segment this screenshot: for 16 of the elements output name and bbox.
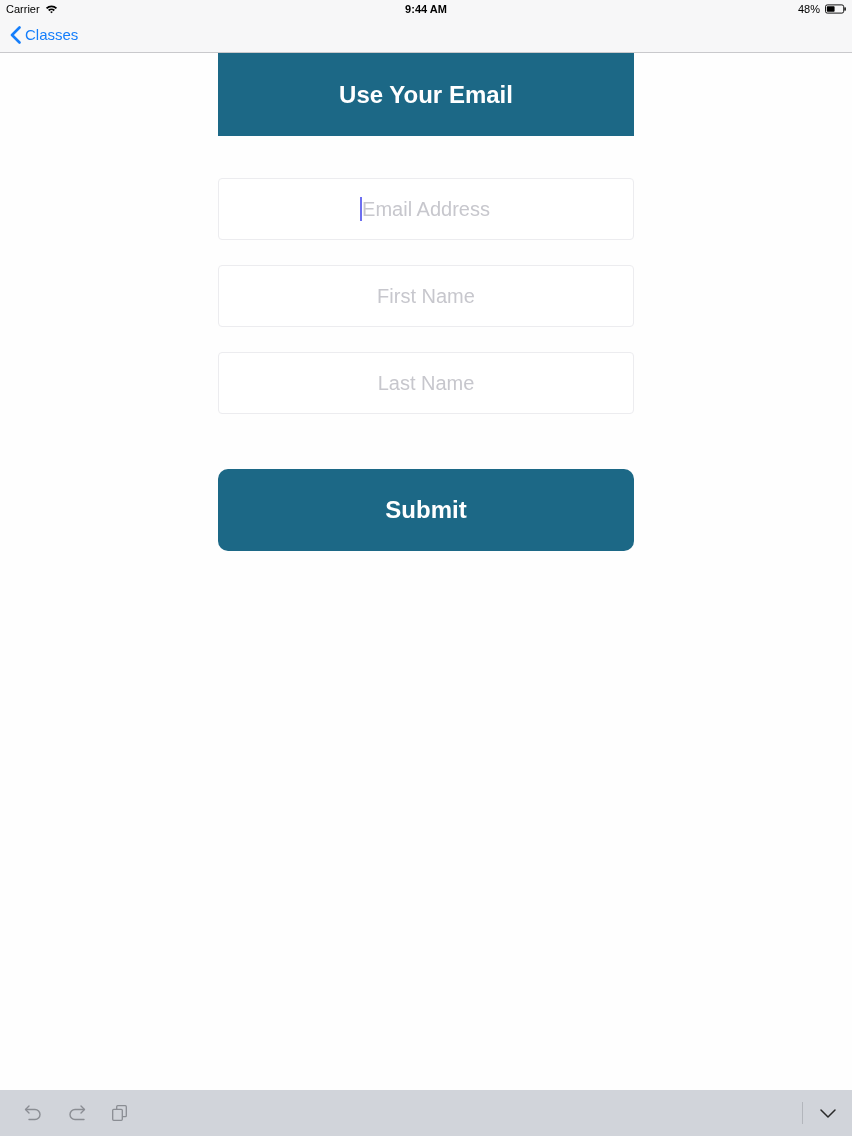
battery-icon: [825, 3, 846, 14]
undo-icon[interactable]: [24, 1105, 42, 1121]
redo-icon[interactable]: [68, 1105, 86, 1121]
clock-time: 9:44 AM: [405, 2, 447, 15]
battery-percent: 48%: [797, 2, 820, 15]
input-field[interactable]: First Name: [218, 265, 634, 327]
wifi-icon: [44, 3, 58, 14]
copy-icon[interactable]: [112, 1105, 127, 1121]
submit-button[interactable]: Submit: [218, 469, 634, 551]
back-button[interactable]: Classes: [10, 25, 79, 44]
carrier-label: Carrier: [6, 2, 40, 15]
input-field[interactable]: Last Name: [218, 352, 634, 414]
header-title: Use Your Email: [339, 80, 513, 109]
input-field[interactable]: Email Address: [218, 178, 634, 240]
dismiss-keyboard-chevron-icon[interactable]: [820, 1108, 836, 1118]
back-chevron-icon: [10, 25, 21, 44]
